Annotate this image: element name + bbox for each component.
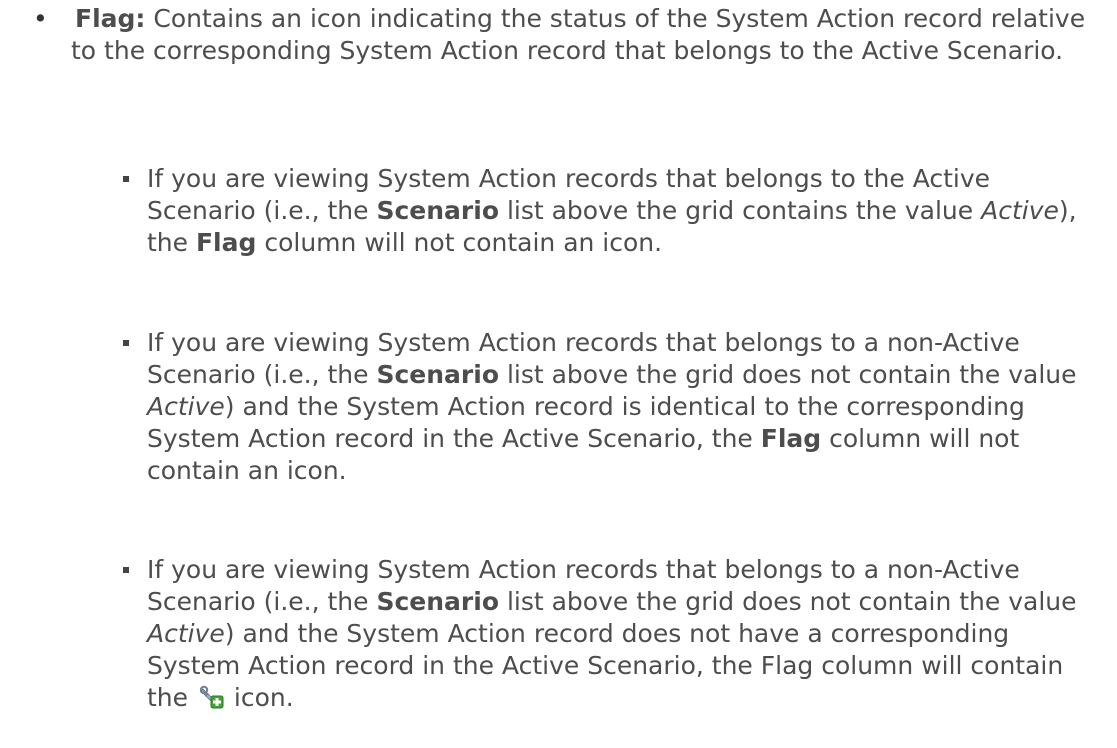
- flag-term: Flag:: [75, 4, 146, 33]
- sub-item-missing-record: If you are viewing System Action records…: [123, 554, 1103, 714]
- flag-term: Flag: [760, 424, 822, 453]
- text-span: column will not contain an icon.: [256, 228, 663, 257]
- bullet-icon: •: [33, 4, 48, 33]
- flag-term: Flag: [195, 228, 257, 257]
- active-value: Active: [147, 392, 225, 421]
- active-value: Active: [981, 196, 1059, 225]
- sub-item-identical-record: If you are viewing System Action records…: [123, 327, 1103, 487]
- square-bullet-icon: [123, 176, 129, 182]
- flag-definition-text: Flag: Contains an icon indicating the st…: [71, 3, 1103, 67]
- sub-item-text: If you are viewing System Action records…: [147, 554, 1103, 714]
- square-bullet-icon: [123, 340, 129, 346]
- sub-item-text: If you are viewing System Action records…: [147, 327, 1103, 487]
- flag-description: Contains an icon indicating the status o…: [71, 4, 1086, 65]
- text-span: list above the grid contains the value: [499, 196, 982, 225]
- sub-item-active-scenario: If you are viewing System Action records…: [123, 163, 1103, 259]
- scenario-term: Scenario: [376, 196, 499, 225]
- scenario-term: Scenario: [376, 587, 499, 616]
- active-value: Active: [147, 619, 225, 648]
- text-span: list above the grid does not contain the…: [499, 587, 1077, 616]
- sub-item-text: If you are viewing System Action records…: [147, 163, 1103, 259]
- scenario-term: Scenario: [376, 360, 499, 389]
- text-span: icon.: [225, 683, 294, 712]
- wrench-plus-icon: [199, 685, 224, 709]
- text-span: list above the grid does not contain the…: [499, 360, 1077, 389]
- square-bullet-icon: [123, 567, 129, 573]
- flag-definition-item: • Flag: Contains an icon indicating the …: [33, 3, 1103, 67]
